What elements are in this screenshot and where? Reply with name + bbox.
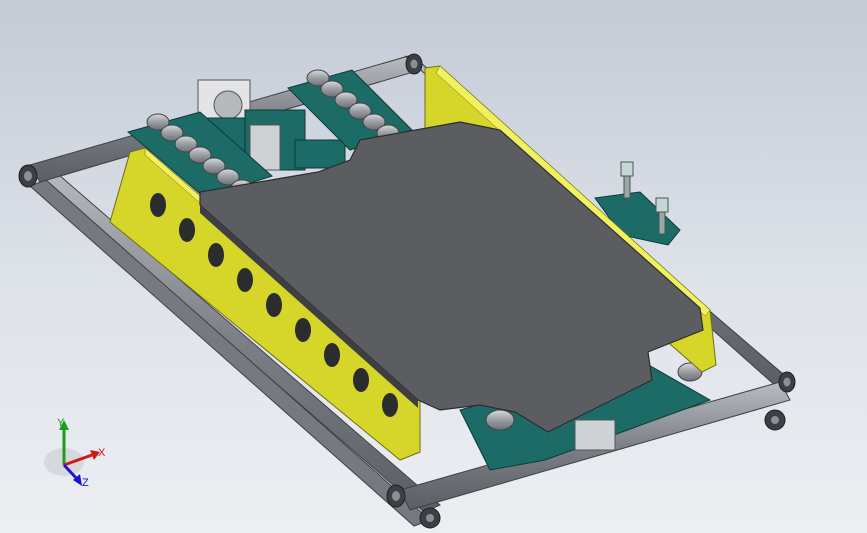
screw-bottom[interactable] xyxy=(655,197,669,213)
y-axis-label: Y xyxy=(57,417,65,429)
z-axis-label: Z xyxy=(82,477,89,489)
x-axis-label: X xyxy=(98,447,106,459)
cad-viewport[interactable]: Y X Z xyxy=(0,0,867,533)
screw-top[interactable] xyxy=(620,161,634,177)
coordinate-triad: Y X Z xyxy=(44,417,106,489)
assembly-model[interactable] xyxy=(0,0,867,533)
